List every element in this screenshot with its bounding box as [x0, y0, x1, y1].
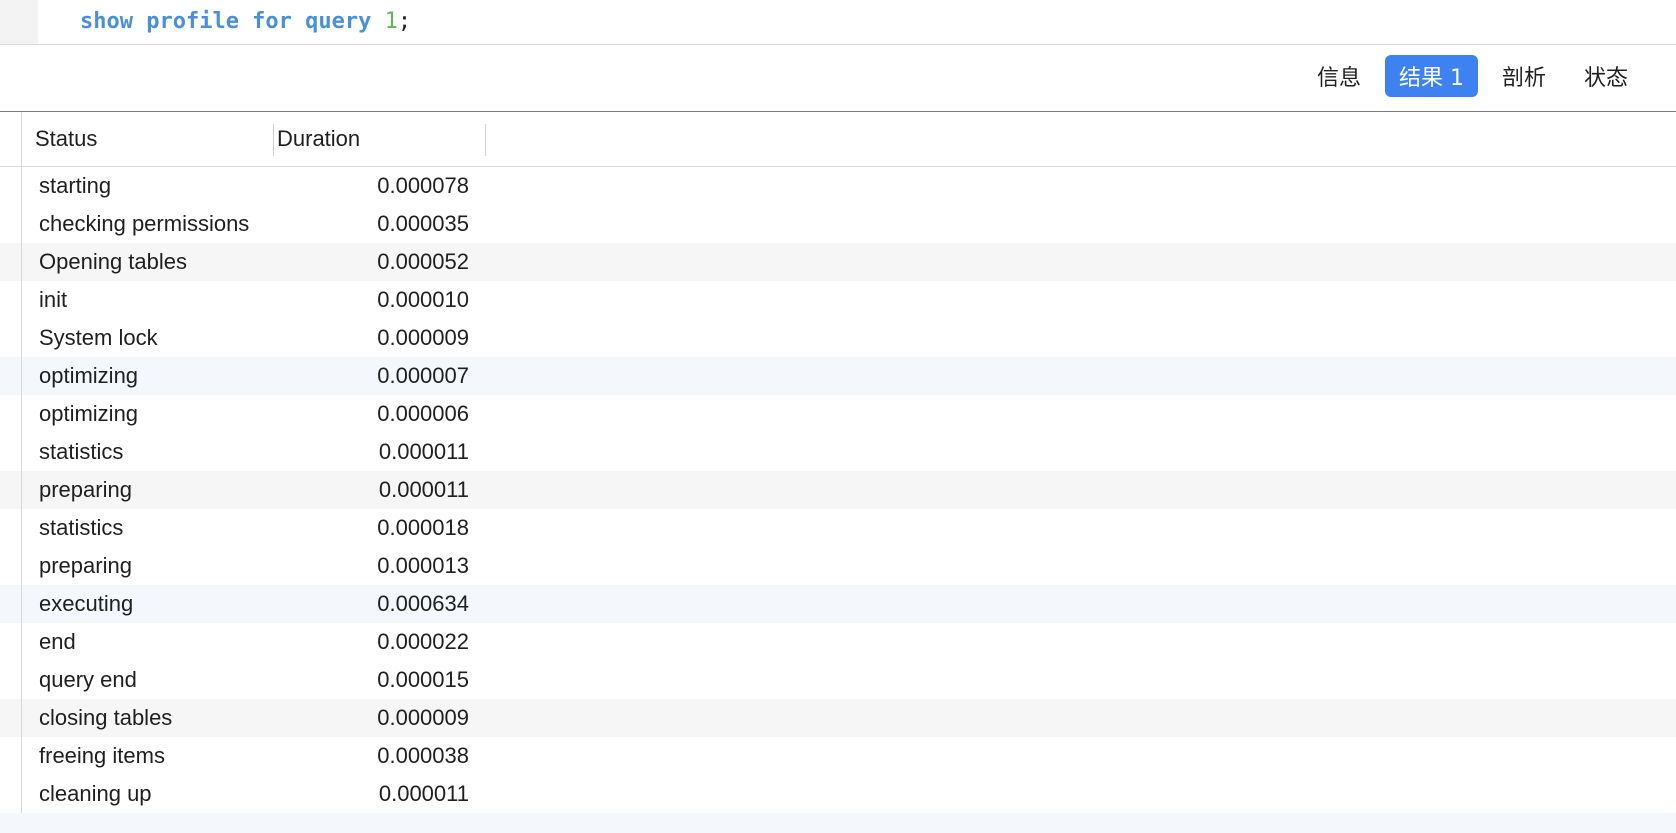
- cell-duration[interactable]: 0.000013: [269, 547, 469, 585]
- row-gutter[interactable]: [0, 661, 22, 699]
- cell-status[interactable]: preparing: [39, 547, 132, 585]
- table-row[interactable]: checking permissions 0.000035: [0, 205, 1676, 243]
- table-row[interactable]: end 0.000022: [0, 623, 1676, 661]
- cell-status[interactable]: preparing: [39, 471, 132, 509]
- row-gutter[interactable]: [0, 281, 22, 319]
- table-row[interactable]: statistics 0.000018: [0, 509, 1676, 547]
- cell-duration[interactable]: 0.000011: [269, 775, 469, 813]
- sql-number: 1: [384, 9, 398, 34]
- cell-status[interactable]: optimizing: [39, 357, 138, 395]
- cell-status[interactable]: cleaning up: [39, 775, 152, 813]
- column-resize-handle[interactable]: [273, 124, 274, 156]
- cell-status[interactable]: statistics: [39, 509, 123, 547]
- cell-duration[interactable]: 0.000010: [269, 281, 469, 319]
- table-row[interactable]: preparing 0.000013: [0, 547, 1676, 585]
- cell-duration[interactable]: 0.000035: [269, 205, 469, 243]
- row-gutter[interactable]: [0, 205, 22, 243]
- cell-duration[interactable]: 0.000011: [269, 471, 469, 509]
- row-gutter[interactable]: [0, 623, 22, 661]
- cell-status[interactable]: starting: [39, 167, 111, 205]
- table-row[interactable]: preparing 0.000011: [0, 471, 1676, 509]
- cell-duration[interactable]: 0.000011: [269, 433, 469, 471]
- row-gutter[interactable]: [0, 547, 22, 585]
- sql-code-line[interactable]: show profile for query 1;: [80, 8, 411, 36]
- results-grid[interactable]: Status Duration starting 0.000078 checking…: [0, 112, 1676, 833]
- cell-status[interactable]: closing tables: [39, 699, 172, 737]
- table-row[interactable]: System lock 0.000009: [0, 319, 1676, 357]
- table-row[interactable]: optimizing 0.000007: [0, 357, 1676, 395]
- cell-duration[interactable]: 0.000022: [269, 623, 469, 661]
- sql-keywords: show profile for query: [80, 9, 372, 34]
- cell-status[interactable]: Opening tables: [39, 243, 187, 281]
- cell-duration[interactable]: 0.000009: [269, 319, 469, 357]
- row-gutter[interactable]: [0, 699, 22, 737]
- row-gutter[interactable]: [0, 585, 22, 623]
- column-header-status[interactable]: Status: [35, 112, 97, 166]
- row-gutter[interactable]: [0, 243, 22, 281]
- table-row[interactable]: query end 0.000015: [0, 661, 1676, 699]
- cell-status[interactable]: freeing items: [39, 737, 165, 775]
- cell-duration[interactable]: 0.000078: [269, 167, 469, 205]
- table-row[interactable]: starting 0.000078: [0, 167, 1676, 205]
- table-row[interactable]: Opening tables 0.000052: [0, 243, 1676, 281]
- cell-status[interactable]: optimizing: [39, 395, 138, 433]
- tab-profile[interactable]: 剖析: [1488, 55, 1560, 97]
- header-corner: [0, 112, 22, 166]
- sql-editor[interactable]: show profile for query 1;: [0, 0, 1676, 45]
- tab-info[interactable]: 信息: [1303, 55, 1375, 97]
- row-gutter[interactable]: [0, 395, 22, 433]
- row-gutter[interactable]: [0, 509, 22, 547]
- tab-result-1[interactable]: 结果 1: [1384, 55, 1478, 97]
- table-row[interactable]: statistics 0.000011: [0, 433, 1676, 471]
- cell-duration[interactable]: 0.000038: [269, 737, 469, 775]
- cell-status[interactable]: end: [39, 623, 76, 661]
- row-gutter[interactable]: [0, 357, 22, 395]
- table-row[interactable]: init 0.000010: [0, 281, 1676, 319]
- cell-duration[interactable]: 0.000052: [269, 243, 469, 281]
- cell-duration[interactable]: 0.000015: [269, 661, 469, 699]
- cell-status[interactable]: checking permissions: [39, 205, 249, 243]
- cell-duration[interactable]: 0.000007: [269, 357, 469, 395]
- sql-semicolon: ;: [397, 9, 412, 34]
- column-header-duration[interactable]: Duration: [277, 112, 360, 166]
- row-gutter[interactable]: [0, 433, 22, 471]
- row-gutter[interactable]: [0, 471, 22, 509]
- grid-header: Status Duration: [0, 112, 1676, 167]
- cell-status[interactable]: executing: [39, 585, 133, 623]
- table-row[interactable]: closing tables 0.000009: [0, 699, 1676, 737]
- cell-status[interactable]: System lock: [39, 319, 158, 357]
- table-row[interactable]: cleaning up 0.000011: [0, 775, 1676, 813]
- table-row[interactable]: optimizing 0.000006: [0, 395, 1676, 433]
- cell-duration[interactable]: 0.000006: [269, 395, 469, 433]
- row-gutter[interactable]: [0, 737, 22, 775]
- editor-gutter: [0, 0, 38, 44]
- column-resize-handle[interactable]: [485, 124, 486, 156]
- cell-duration[interactable]: 0.000009: [269, 699, 469, 737]
- result-tabs: 信息 结果 1 剖析 状态: [1303, 55, 1642, 97]
- cell-status[interactable]: init: [39, 281, 67, 319]
- cell-duration[interactable]: 0.000018: [269, 509, 469, 547]
- cell-status[interactable]: statistics: [39, 433, 123, 471]
- row-gutter[interactable]: [0, 775, 22, 813]
- row-gutter[interactable]: [0, 167, 22, 205]
- table-row[interactable]: executing 0.000634: [0, 585, 1676, 623]
- cell-duration[interactable]: 0.000634: [269, 585, 469, 623]
- row-gutter[interactable]: [0, 319, 22, 357]
- tab-status[interactable]: 状态: [1570, 55, 1642, 97]
- cell-status[interactable]: query end: [39, 661, 137, 699]
- table-row[interactable]: freeing items 0.000038: [0, 737, 1676, 775]
- empty-row: [0, 813, 1676, 833]
